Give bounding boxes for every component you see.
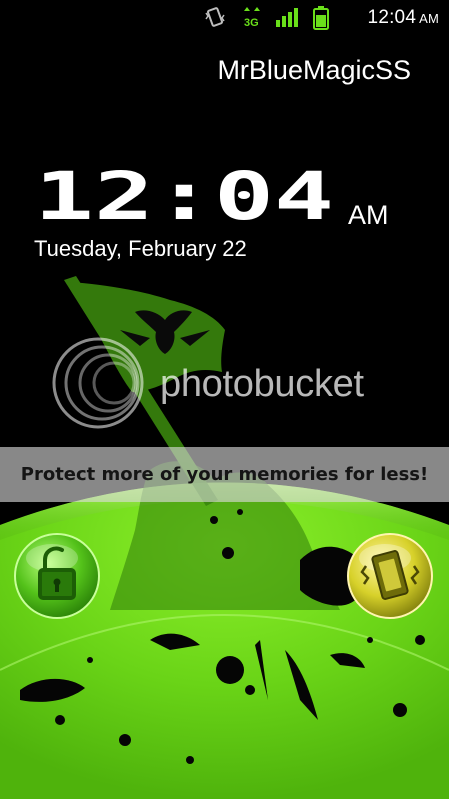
3g-data-icon: 3G <box>244 7 260 28</box>
network-type-label: 3G <box>244 17 259 28</box>
status-time: 12:04 <box>367 7 417 28</box>
status-clock: 12:04 AM <box>368 7 439 29</box>
sound-mode-button[interactable] <box>348 534 432 618</box>
clock-ampm: AM <box>348 200 389 230</box>
photobucket-banner-text: Protect more of your memories for less! <box>20 464 429 485</box>
photobucket-wordmark: photobucket <box>160 363 364 405</box>
signal-icon <box>276 8 298 27</box>
unlock-button[interactable] <box>15 534 99 618</box>
lockscreen-clock: 12:04 <box>34 164 334 226</box>
status-bar: 3G 12:04 AM <box>0 0 449 34</box>
photobucket-banner: Protect more of your memories for less! <box>0 447 449 502</box>
operator-name: MrBlueMagicSS <box>217 55 411 85</box>
status-ampm: AM <box>419 11 439 26</box>
lockscreen-date: Tuesday, February 22 <box>34 236 247 261</box>
clock-digits: 12:04 <box>34 164 334 226</box>
vibrate-icon <box>205 7 225 27</box>
battery-icon <box>313 6 329 30</box>
